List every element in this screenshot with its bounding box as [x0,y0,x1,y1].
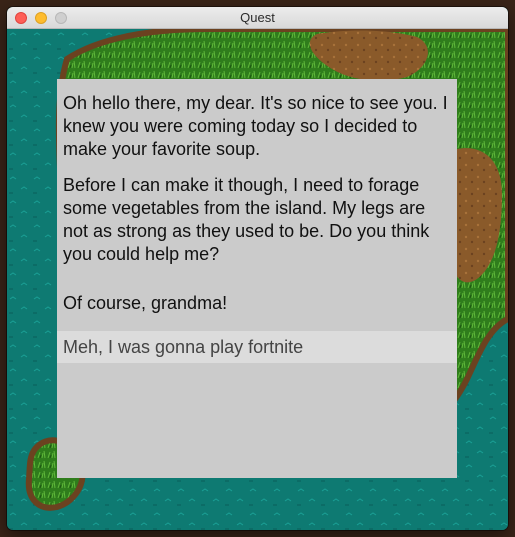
dialog-paragraph: Before I can make it though, I need to f… [63,175,430,264]
dialog-paragraph: Oh hello there, my dear. It's so nice to… [63,93,448,159]
dialog-option-accept[interactable]: Of course, grandma! [57,287,457,319]
window-title: Quest [240,10,275,25]
dialog-box: Oh hello there, my dear. It's so nice to… [57,79,457,478]
game-window: Quest Oh hello there, my dear. It's so n… [7,7,508,530]
title-bar: Quest [7,7,508,29]
dialog-option-decline[interactable]: Meh, I was gonna play fortnite [57,331,457,363]
